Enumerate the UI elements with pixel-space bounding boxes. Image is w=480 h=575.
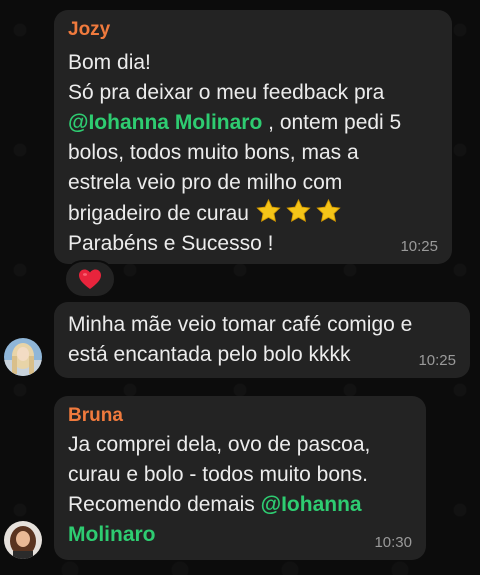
message-text-fragment: brigadeiro de curau <box>68 202 255 225</box>
message-reaction[interactable] <box>64 260 116 298</box>
message-text-fragment: , ontem pedi 5 <box>262 111 402 134</box>
message-text-line: está encantada pelo bolo kkkk <box>68 343 351 366</box>
message-timestamp: 10:25 <box>400 238 438 255</box>
sender-name[interactable]: Jozy <box>68 18 438 42</box>
message-text-line: brigadeiro de curau <box>68 198 438 229</box>
red-heart-icon <box>79 269 101 289</box>
avatar[interactable] <box>4 338 42 376</box>
message-bubble-jozy[interactable]: Jozy Bom dia! Só pra deixar o meu feedba… <box>54 10 452 264</box>
avatar[interactable] <box>4 521 42 559</box>
sender-name[interactable]: Bruna <box>68 404 412 428</box>
message-bubble-bruna[interactable]: Bruna Ja comprei dela, ovo de pascoa, cu… <box>54 396 426 560</box>
message-text-line: Ja comprei dela, ovo de pascoa, <box>68 433 371 456</box>
message-text-line: @Iohanna Molinaro , ontem pedi 5 <box>68 108 438 138</box>
star-icon <box>256 198 281 223</box>
mention-link[interactable]: @Iohanna Molinaro <box>68 111 262 134</box>
user-avatar-icon <box>4 338 42 376</box>
message-text-line: estrela veio pro de milho com <box>68 171 343 194</box>
message-text-fragment: Recomendo demais <box>68 493 261 516</box>
message-text-line: Parabéns e Sucesso ! <box>68 232 274 255</box>
star-icon <box>286 198 311 223</box>
star-icon <box>316 198 341 223</box>
user-avatar-icon <box>4 521 42 559</box>
message-bubble[interactable]: Minha mãe veio tomar café comigo e está … <box>54 302 470 378</box>
message-text-line: Recomendo demais @Iohanna <box>68 490 412 520</box>
message-text-line: bolos, todos muito bons, mas a <box>68 141 359 164</box>
mention-link[interactable]: @Iohanna <box>261 493 362 516</box>
message-text-line: curau e bolo - todos muito bons. <box>68 463 369 486</box>
mention-link[interactable]: Molinaro <box>68 523 156 546</box>
message-timestamp: 10:25 <box>418 352 456 369</box>
message-timestamp: 10:30 <box>374 534 412 551</box>
chat-window: Jozy Bom dia! Só pra deixar o meu feedba… <box>0 0 480 575</box>
message-text-line: Só pra deixar o meu feedback pra <box>68 81 385 104</box>
message-text-line: Molinaro <box>68 520 412 550</box>
message-text-line: Bom dia! <box>68 51 151 74</box>
message-text-line: Minha mãe veio tomar café comigo e <box>68 313 413 336</box>
